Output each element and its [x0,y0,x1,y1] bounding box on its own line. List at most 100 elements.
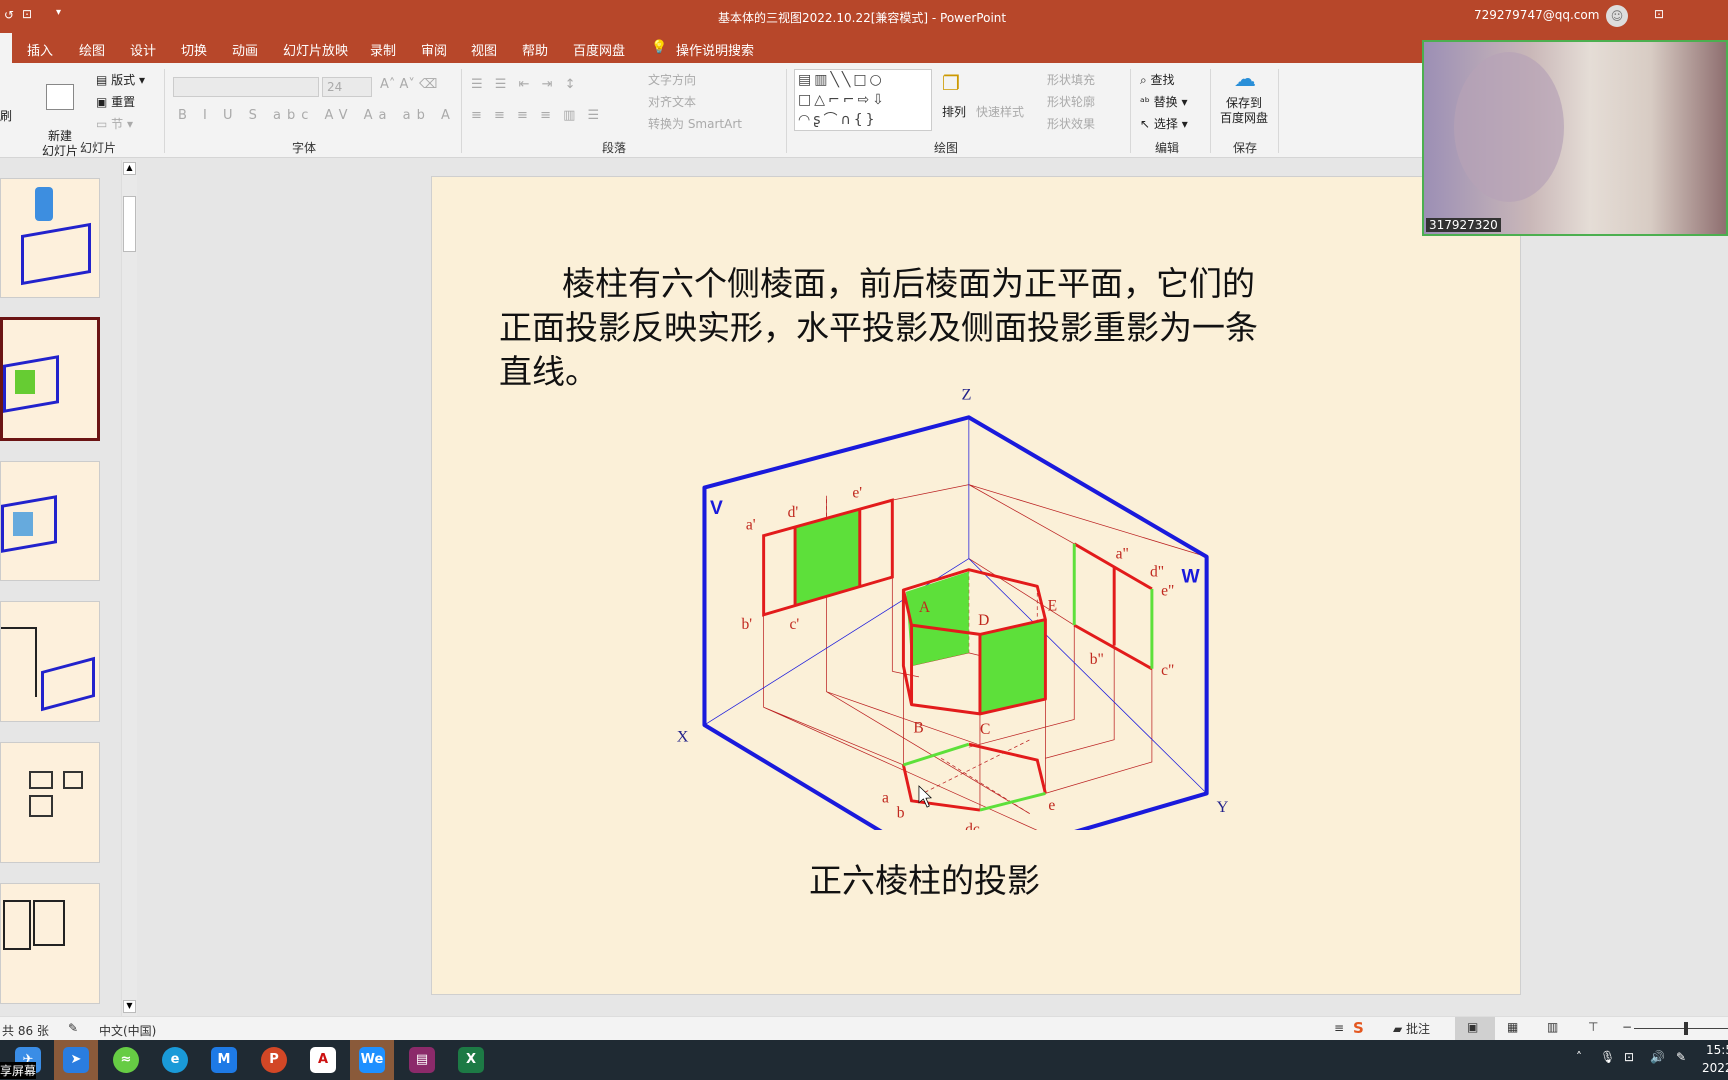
text-direction-button[interactable]: 文字方向 [648,71,696,88]
save-baidu-button[interactable]: 保存到 百度网盘 [1220,96,1268,126]
slide-text-line-1: 棱柱有六个侧棱面，前后棱面为正平面，它们的 [562,264,1255,303]
tab-animations[interactable]: 动画 [232,40,258,59]
comments-button[interactable]: ▰ 批注 [1393,1020,1430,1037]
find-label: 查找 [1150,73,1175,87]
webcam-person [1454,52,1564,202]
font-family-select[interactable] [173,77,319,97]
label-w-plane: W [1181,567,1200,588]
shapes-gallery[interactable]: ▤▥╲╲□○ □△⌐⌐⇨⇩ ◠ʂ⌒∩{} [794,69,932,131]
reading-view-icon[interactable]: ▥ [1547,1020,1558,1034]
divider [1278,69,1279,153]
tab-insert[interactable]: 插入 [27,40,53,59]
avatar-icon[interactable]: ☺ [1606,5,1628,27]
shape-outline-button[interactable]: 形状轮廓 [1047,93,1095,110]
slide-thumbnail[interactable] [0,601,100,722]
new-slide-button[interactable]: 新建 幻灯片 [40,69,80,159]
format-painter-label[interactable]: 刷 [0,107,12,124]
taskbar-app-winrar[interactable]: ▤ [400,1040,444,1080]
shape-fill-button[interactable]: 形状填充 [1047,71,1095,88]
tab-review[interactable]: 审阅 [421,40,447,59]
customize-qat-icon[interactable]: ▾ [56,7,61,18]
microphone-icon[interactable]: 🎙 [1600,1050,1615,1064]
label-b1: b' [741,616,752,633]
taskbar-app-tencent-meeting[interactable]: M [202,1040,246,1080]
taskbar-app-dingtalk[interactable]: ➤ [54,1040,98,1080]
volume-icon[interactable]: 🔊 [1650,1050,1665,1064]
scroll-down-arrow[interactable]: ▼ [123,1000,136,1013]
spellcheck-icon[interactable]: ✎ [68,1021,78,1035]
group-label-paragraph: 段落 [602,141,627,155]
taskbar-app-powerpoint[interactable]: P [252,1040,296,1080]
slide-thumbnail[interactable] [0,883,100,1004]
account-name[interactable]: 729279747@qq.com [1474,8,1599,22]
font-size-buttons[interactable]: A˄ A˅ ⌫ [380,77,437,92]
zoom-slider-thumb[interactable] [1684,1022,1688,1035]
label-a1: a' [746,517,756,534]
slide-thumbnail[interactable] [0,742,100,863]
tab-slideshow[interactable]: 幻灯片放映 [283,40,348,59]
network-icon[interactable]: ⊡ [1624,1050,1634,1064]
notes-icon[interactable]: ≡ [1334,1021,1344,1035]
select-button[interactable]: ↖ 选择 ▾ [1140,115,1188,132]
ribbon-display-icon[interactable]: ⊡ [1654,7,1664,21]
taskbar-app-wemeet[interactable]: We [350,1040,394,1080]
webcam-video[interactable]: 317927320 [1422,40,1728,236]
arrange-button[interactable]: 排列 [942,103,966,120]
language-indicator[interactable]: 中文(中国) [99,1022,156,1039]
slide-thumbnail-selected[interactable] [0,317,100,441]
taskbar: ✈ 享屏幕 ➤ ≈ e M P A We ▤ X ˄ 🎙 ⊡ 🔊 ✎ 15:5 … [0,1040,1728,1080]
zoom-slider[interactable] [1634,1028,1728,1029]
tab-view[interactable]: 视图 [471,40,497,59]
replace-button[interactable]: ᵃᵇ 替换 ▾ [1140,93,1188,110]
present-icon[interactable]: ⊡ [22,7,32,21]
font-size-select[interactable]: 24 [322,77,372,97]
clock-time[interactable]: 15:5 [1706,1043,1728,1057]
tell-me-search[interactable]: 操作说明搜索 [676,40,754,59]
tray-chevron-icon[interactable]: ˄ [1576,1050,1582,1064]
section-button[interactable]: ▭ 节 ▾ [96,115,133,132]
face-DE [979,619,1046,714]
reset-button[interactable]: ▣ 重置 [96,93,135,110]
tab-transitions[interactable]: 切换 [181,40,207,59]
clock-date[interactable]: 2022 [1702,1061,1728,1075]
slide-sorter-icon[interactable]: ▦ [1507,1020,1518,1034]
tab-record[interactable]: 录制 [370,40,396,59]
scroll-up-arrow[interactable]: ▲ [123,162,136,175]
window-title: 基本体的三视图2022.10.22[兼容模式] - PowerPoint [718,11,1007,25]
tab-home-active[interactable] [0,33,12,63]
find-button[interactable]: ⌕ 查找 [1140,71,1175,88]
label-a2: a" [1116,546,1129,563]
taskbar-app-excel[interactable]: X [449,1040,493,1080]
sogou-ime-icon[interactable]: S [1353,1019,1364,1037]
shape-effects-button[interactable]: 形状效果 [1047,115,1095,132]
tab-help[interactable]: 帮助 [522,40,548,59]
taskbar-app-edge[interactable]: e [153,1040,197,1080]
taskbar-app-green[interactable]: ≈ [104,1040,148,1080]
label-z: Z [961,386,971,404]
smartart-button[interactable]: 转换为 SmartArt [648,115,742,132]
taskbar-app-autocad[interactable]: A [301,1040,345,1080]
pen-icon[interactable]: ✎ [1676,1050,1686,1064]
tab-draw[interactable]: 绘图 [79,40,105,59]
quick-styles-button[interactable]: 快速样式 [976,103,1024,120]
group-label-slides: 幻灯片 [80,141,117,155]
reset-label: 重置 [111,95,136,109]
slideshow-icon[interactable]: ⊤ [1588,1020,1598,1034]
list-buttons[interactable]: ☰ ☰ ⇤ ⇥ ↕ [471,77,580,92]
divider [1210,69,1211,153]
slide-thumbnail[interactable] [0,178,100,298]
slide-thumbnail[interactable] [0,461,100,581]
label-C: C [980,721,990,738]
side-view-outline [1073,542,1153,671]
font-format-buttons[interactable]: B I U S abc AV Aa ab A [178,108,456,123]
scroll-thumb[interactable] [123,196,136,252]
layout-button[interactable]: ▤ 版式 ▾ [96,71,145,88]
zoom-out-button[interactable]: − [1622,1020,1632,1034]
undo-icon[interactable]: ↺ [4,8,14,22]
status-bar: 共 86 张 ✎ 中文(中国) ≡ S ▰ 批注 ▣ ▦ ▥ ⊤ − [0,1016,1728,1040]
align-text-button[interactable]: 对齐文本 [648,93,696,110]
tab-baidu[interactable]: 百度网盘 [573,40,625,59]
thumbnail-scrollbar[interactable]: ▲ ▼ [121,160,137,1016]
tab-design[interactable]: 设计 [130,40,156,59]
align-buttons[interactable]: ≡ ≡ ≡ ≡ ▥ ☰ [471,108,603,123]
